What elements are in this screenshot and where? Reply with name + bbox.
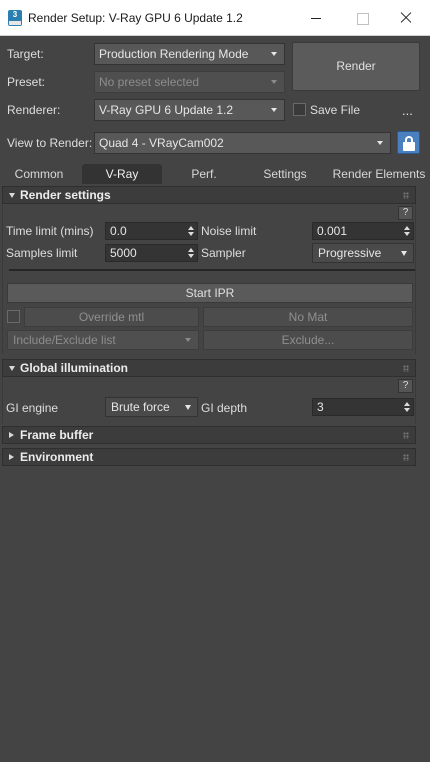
save-file-checkbox[interactable]: [293, 103, 306, 116]
time-limit-label: Time limit (mins): [6, 224, 94, 238]
render-settings-rollout-header[interactable]: Render settings: [2, 186, 416, 204]
samples-limit-spinner[interactable]: 5000: [105, 244, 198, 262]
sampler-dropdown[interactable]: Progressive: [312, 243, 414, 263]
3dsmax-app-icon: 3: [8, 10, 22, 26]
override-mtl-button[interactable]: Override mtl: [24, 307, 199, 327]
drag-grip-icon[interactable]: [403, 432, 409, 439]
gi-engine-label: GI engine: [6, 401, 59, 415]
target-label: Target:: [7, 47, 44, 61]
samples-limit-value: 5000: [110, 246, 137, 260]
environment-rollout-header[interactable]: Environment: [2, 448, 416, 466]
target-dropdown[interactable]: Production Rendering Mode: [94, 43, 285, 65]
preset-placeholder: No preset selected: [99, 75, 200, 89]
render-button[interactable]: Render: [292, 42, 420, 91]
noise-limit-label: Noise limit: [201, 224, 257, 238]
no-mat-button[interactable]: No Mat: [203, 307, 413, 327]
spinner-down-icon[interactable]: [404, 232, 410, 236]
tab-bar: Common V-Ray Perf. Settings Render Eleme…: [0, 164, 430, 184]
renderer-label: Renderer:: [7, 103, 61, 117]
noise-limit-value: 0.001: [317, 224, 348, 238]
minimize-icon[interactable]: [293, 0, 339, 36]
preset-label: Preset:: [7, 75, 46, 89]
frame-buffer-rollout-header[interactable]: Frame buffer: [2, 426, 416, 444]
render-settings-panel: ? Time limit (mins) 0.0 Noise limit 0.00…: [2, 204, 416, 354]
sampler-label: Sampler: [201, 246, 246, 260]
divider: [9, 269, 415, 271]
expanded-triangle-icon: [9, 366, 15, 371]
global-illumination-rollout-header[interactable]: Global illumination: [2, 359, 416, 377]
spinner-up-icon[interactable]: [188, 226, 194, 230]
chevron-down-icon: [401, 251, 407, 256]
spinner-down-icon[interactable]: [404, 408, 410, 412]
global-illumination-panel: ? GI engine Brute force GI depth 3: [2, 377, 416, 423]
tab-common[interactable]: Common: [6, 164, 72, 184]
tab-perf[interactable]: Perf.: [172, 164, 236, 184]
gi-depth-label: GI depth: [201, 401, 248, 415]
app-icon-label: 3: [12, 10, 18, 19]
chevron-down-icon: [377, 141, 383, 145]
expanded-triangle-icon: [9, 193, 15, 198]
time-limit-spinner[interactable]: 0.0: [105, 222, 198, 240]
global-illumination-title: Global illumination: [20, 361, 128, 375]
gi-engine-dropdown[interactable]: Brute force: [105, 397, 198, 417]
save-file-label: Save File: [310, 103, 361, 117]
spinner-down-icon[interactable]: [188, 254, 194, 258]
drag-grip-icon[interactable]: [403, 454, 409, 461]
render-settings-title: Render settings: [20, 188, 111, 202]
include-exclude-dropdown[interactable]: Include/Exclude list: [7, 330, 199, 350]
chevron-down-icon: [271, 80, 277, 84]
close-icon[interactable]: [384, 0, 430, 36]
chevron-down-icon: [185, 338, 191, 342]
tab-render-elements[interactable]: Render Elements: [332, 164, 426, 184]
lock-view-button[interactable]: [397, 131, 420, 154]
chevron-down-icon: [271, 52, 277, 56]
title-bar: 3 Render Setup: V-Ray GPU 6 Update 1.2: [0, 0, 430, 36]
collapsed-triangle-icon: [9, 432, 14, 438]
spinner-up-icon[interactable]: [404, 402, 410, 406]
spinner-up-icon[interactable]: [188, 248, 194, 252]
preset-dropdown[interactable]: No preset selected: [94, 71, 285, 93]
sampler-value: Progressive: [318, 246, 382, 260]
renderer-value: V-Ray GPU 6 Update 1.2: [99, 103, 234, 117]
environment-title: Environment: [20, 450, 94, 464]
target-value: Production Rendering Mode: [99, 47, 249, 61]
spinner-down-icon[interactable]: [188, 232, 194, 236]
drag-grip-icon[interactable]: [403, 192, 409, 199]
exclude-button[interactable]: Exclude...: [203, 330, 413, 350]
drag-grip-icon[interactable]: [403, 365, 409, 372]
maximize-icon[interactable]: [339, 0, 385, 36]
render-settings-help-button[interactable]: ?: [398, 206, 413, 220]
view-to-render-value: Quad 4 - VRayCam002: [99, 136, 224, 150]
start-ipr-button[interactable]: Start IPR: [7, 283, 413, 303]
window-title: Render Setup: V-Ray GPU 6 Update 1.2: [28, 11, 243, 25]
include-exclude-value: Include/Exclude list: [13, 333, 116, 347]
chevron-down-icon: [185, 405, 191, 410]
renderer-dropdown[interactable]: V-Ray GPU 6 Update 1.2: [94, 99, 285, 121]
spinner-up-icon[interactable]: [404, 226, 410, 230]
time-limit-value: 0.0: [110, 224, 127, 238]
override-mtl-checkbox[interactable]: [7, 310, 20, 323]
frame-buffer-title: Frame buffer: [20, 428, 94, 442]
samples-limit-label: Samples limit: [6, 246, 78, 260]
global-illumination-help-button[interactable]: ?: [398, 379, 413, 393]
gi-depth-spinner[interactable]: 3: [312, 398, 414, 416]
collapsed-triangle-icon: [9, 454, 14, 460]
save-file-browse-button[interactable]: ...: [402, 103, 413, 118]
view-to-render-dropdown[interactable]: Quad 4 - VRayCam002: [94, 132, 391, 154]
gi-depth-value: 3: [317, 400, 324, 414]
noise-limit-spinner[interactable]: 0.001: [312, 222, 414, 240]
tab-vray[interactable]: V-Ray: [82, 164, 162, 184]
tab-settings[interactable]: Settings: [250, 164, 320, 184]
gi-engine-value: Brute force: [111, 400, 170, 414]
chevron-down-icon: [271, 108, 277, 112]
view-to-render-label: View to Render:: [7, 136, 93, 150]
